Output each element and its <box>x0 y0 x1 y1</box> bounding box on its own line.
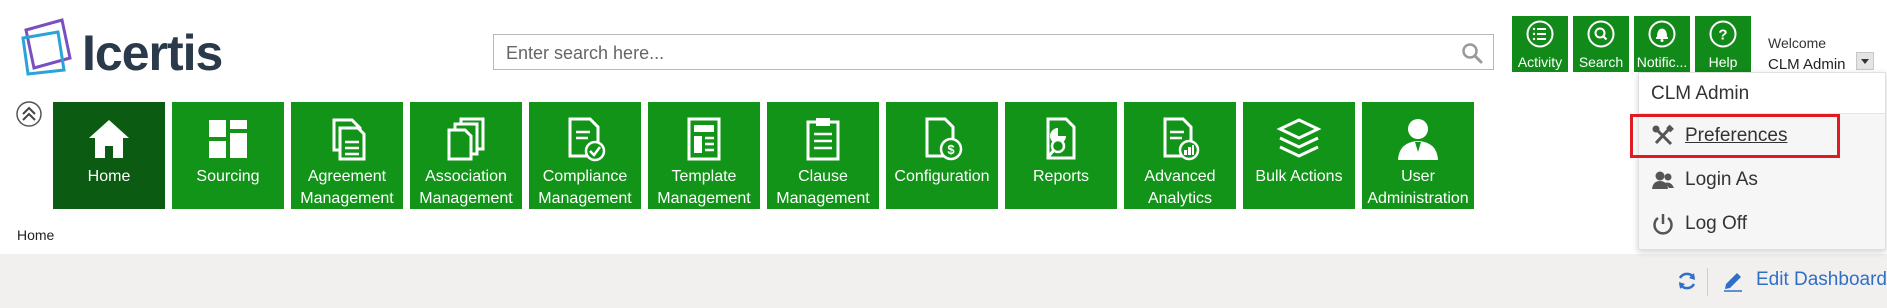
tile-label: Template Management <box>657 168 751 207</box>
activity-button[interactable]: Activity <box>1512 16 1568 72</box>
tile-label: Clause Management <box>776 168 870 207</box>
activity-list-icon <box>1526 20 1554 48</box>
tile-label: Reports <box>1032 168 1090 185</box>
tile-label: Compliance Management <box>538 168 632 207</box>
svg-text:?: ? <box>1718 27 1727 44</box>
activity-label: Activity <box>1517 54 1563 70</box>
notifications-button[interactable]: Notific... <box>1634 16 1690 72</box>
svg-text:$: $ <box>947 142 955 157</box>
tile-label: Agreement Management <box>300 168 394 207</box>
agreement-document-icon <box>332 118 366 161</box>
user-admin-icon <box>1398 119 1438 160</box>
home-icon <box>89 120 129 158</box>
configuration-document-icon: $ <box>925 117 963 161</box>
tile-label: Bulk Actions <box>1255 168 1343 185</box>
tile-label: Advanced Analytics <box>1144 168 1216 207</box>
tile-label: Configuration <box>894 168 990 185</box>
help-label: Help <box>1708 54 1738 70</box>
toolbar-divider <box>1707 268 1708 296</box>
preferences-highlight-box <box>1630 114 1840 158</box>
dashboard-toolbar <box>0 254 1887 308</box>
tile-reports[interactable]: Reports <box>1005 102 1117 209</box>
search-icon <box>1587 20 1615 48</box>
tile-label: Sourcing <box>196 168 260 185</box>
tile-label: Association Management <box>419 168 513 207</box>
edit-dashboard-link[interactable]: Edit Dashboard <box>1756 269 1887 291</box>
tile-label: Home <box>87 168 131 185</box>
tile-configuration[interactable]: $ Configuration <box>886 102 998 209</box>
breadcrumb: Home <box>17 227 55 243</box>
user-dropdown-menu: CLM Admin Preferences Login As Log Off <box>1638 72 1886 250</box>
tile-sourcing[interactable]: Sourcing <box>172 102 284 209</box>
tile-association-management[interactable]: Association Management <box>410 102 522 209</box>
reports-icon <box>1046 117 1076 160</box>
menu-item-login-as[interactable]: Login As <box>1639 160 1885 200</box>
menu-item-log-off[interactable]: Log Off <box>1639 204 1885 244</box>
tile-agreement-management[interactable]: Agreement Management <box>291 102 403 209</box>
logo-mark-icon <box>21 18 72 76</box>
notifications-label: Notific... <box>1636 54 1688 70</box>
tile-user-administration[interactable]: User Administration <box>1362 102 1474 209</box>
help-button[interactable]: ? Help <box>1695 16 1751 72</box>
menu-header: CLM Admin <box>1639 73 1885 114</box>
layers-icon <box>1276 118 1322 158</box>
tile-template-management[interactable]: Template Management <box>648 102 760 209</box>
refresh-icon[interactable] <box>1676 270 1698 292</box>
icertis-logo[interactable]: Icertis <box>20 18 223 81</box>
tile-compliance-management[interactable]: Compliance Management <box>529 102 641 209</box>
tile-clause-management[interactable]: Clause Management <box>767 102 879 209</box>
global-search-box[interactable] <box>493 34 1494 70</box>
menu-item-label: Login As <box>1685 169 1758 190</box>
analytics-document-icon <box>1163 117 1200 161</box>
sourcing-grid-icon <box>209 120 247 158</box>
tile-advanced-analytics[interactable]: Advanced Analytics <box>1124 102 1236 209</box>
menu-item-label: Log Off <box>1685 213 1747 234</box>
menu-user-name: CLM Admin <box>1651 83 1750 104</box>
clause-clipboard-icon <box>806 118 840 161</box>
tile-label: User Administration <box>1367 168 1469 207</box>
caret-down-icon <box>1861 59 1869 64</box>
bell-icon <box>1648 20 1676 48</box>
collapse-menu-icon[interactable] <box>15 100 43 128</box>
users-icon <box>1652 171 1674 189</box>
brand-name: Icertis <box>82 25 223 81</box>
template-document-icon <box>687 117 721 161</box>
search-icon[interactable] <box>1461 42 1483 64</box>
tile-bulk-actions[interactable]: Bulk Actions <box>1243 102 1355 209</box>
tile-home[interactable]: Home <box>53 102 165 209</box>
pencil-icon[interactable] <box>1722 270 1744 292</box>
compliance-document-icon <box>568 117 606 162</box>
search-button[interactable]: Search <box>1573 16 1629 72</box>
welcome-text: Welcome <box>1768 35 1827 51</box>
search-label: Search <box>1578 54 1624 70</box>
association-documents-icon <box>447 117 485 161</box>
power-icon <box>1653 214 1673 235</box>
search-input[interactable] <box>504 39 1448 67</box>
user-menu-toggle[interactable] <box>1856 52 1874 70</box>
help-icon: ? <box>1709 20 1737 48</box>
